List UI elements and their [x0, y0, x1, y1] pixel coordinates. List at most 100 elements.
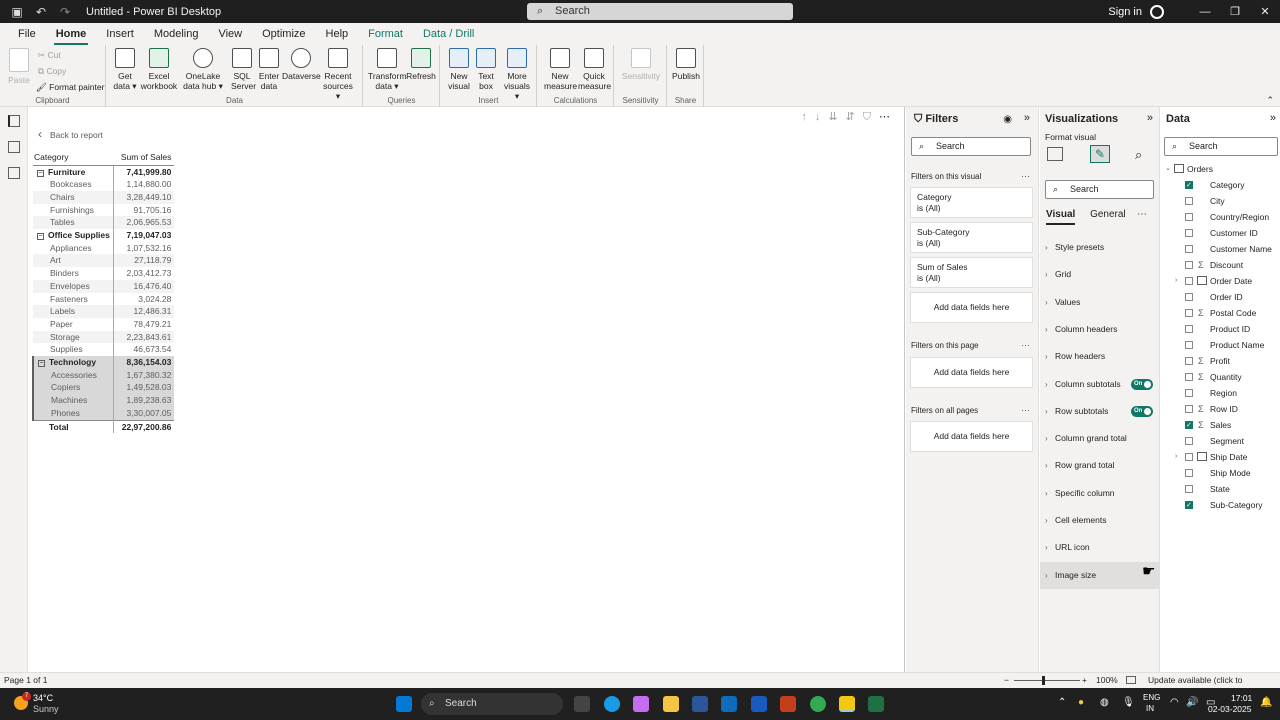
matrix-subcategory-row[interactable]: Bookcases 1,14,880.00: [33, 178, 175, 191]
chevron-right-icon[interactable]: ›: [1175, 273, 1177, 289]
collapse-data-icon[interactable]: »: [1270, 112, 1276, 124]
tab-help[interactable]: Help: [316, 23, 359, 45]
field-checkbox[interactable]: [1185, 469, 1193, 477]
field-customer-id[interactable]: Customer ID: [1161, 225, 1280, 241]
field-sub-category[interactable]: Sub-Category: [1161, 497, 1280, 514]
zoom-slider[interactable]: [1014, 680, 1080, 681]
excel-workbook-button[interactable]: Excel workbook: [140, 48, 178, 91]
expand-level-icon[interactable]: ⇵: [846, 111, 863, 123]
sql-server-button[interactable]: SQL Server: [231, 48, 256, 91]
new-measure-button[interactable]: New measure: [544, 48, 577, 91]
matrix-visual[interactable]: Category Sum of Sales − Furniture 7,41,999…: [31, 149, 175, 434]
matrix-category-row[interactable]: − Office Supplies 7,19,047.03: [33, 229, 175, 242]
field-city[interactable]: City: [1161, 193, 1280, 209]
field-quantity[interactable]: Σ Quantity: [1161, 369, 1280, 385]
tab-visual[interactable]: Visual: [1046, 209, 1076, 225]
clock-time[interactable]: 17:01: [1231, 693, 1252, 703]
field-product-name[interactable]: Product Name: [1161, 337, 1280, 353]
field-checkbox[interactable]: [1185, 389, 1193, 397]
field-checkbox[interactable]: [1185, 373, 1193, 381]
enter-data-button[interactable]: Enter data: [257, 48, 281, 91]
avatar-icon[interactable]: [1150, 4, 1164, 19]
wifi-icon[interactable]: ◠: [1170, 697, 1179, 708]
filters-search-input[interactable]: ⌕ Search: [911, 137, 1031, 156]
matrix-subcategory-row[interactable]: Machines 1,89,238.63: [31, 394, 175, 407]
tab-general[interactable]: General: [1090, 209, 1126, 220]
field-discount[interactable]: Σ Discount: [1161, 257, 1280, 273]
recent-sources-button[interactable]: Recent sources ▾: [320, 48, 356, 101]
file-explorer-icon[interactable]: [663, 696, 679, 712]
format-card-url-icon[interactable]: › URL icon: [1040, 534, 1159, 561]
filter-card-sub-category[interactable]: Sub-Category is (All): [910, 222, 1033, 253]
chevron-down-icon[interactable]: ⌄: [1165, 161, 1171, 177]
field-checkbox[interactable]: [1185, 178, 1193, 194]
text-box-button[interactable]: Text box: [475, 48, 497, 91]
collapse-visualizations-icon[interactable]: »: [1147, 112, 1153, 124]
field-checkbox[interactable]: [1185, 325, 1193, 333]
sensitivity-button[interactable]: Sensitivity: [619, 48, 663, 81]
field-order-id[interactable]: Order ID: [1161, 289, 1280, 305]
language-indicator[interactable]: ENG: [1143, 693, 1160, 702]
analytics-icon[interactable]: ⌕: [1135, 147, 1142, 163]
format-card-column-headers[interactable]: › Column headers: [1040, 316, 1159, 343]
field-category[interactable]: Category: [1161, 177, 1280, 194]
zoom-in-icon[interactable]: +: [1082, 673, 1087, 688]
undo-icon[interactable]: ↶: [34, 5, 48, 19]
format-card-row-headers[interactable]: › Row headers: [1040, 343, 1159, 370]
more-visuals-button[interactable]: More visuals ▾: [501, 48, 533, 101]
tab-view[interactable]: View: [208, 23, 252, 45]
more-options-icon[interactable]: ⋯: [1137, 209, 1147, 220]
matrix-subcategory-row[interactable]: Labels 12,486.31: [33, 305, 175, 318]
column-header-category[interactable]: Category: [33, 149, 114, 166]
collapse-icon[interactable]: −: [37, 169, 44, 177]
copy-button[interactable]: ⧉ Copy: [38, 66, 66, 77]
table-view-icon[interactable]: [8, 141, 20, 153]
field-checkbox[interactable]: [1185, 453, 1193, 461]
field-checkbox[interactable]: [1185, 229, 1193, 237]
dataverse-button[interactable]: Dataverse: [282, 48, 321, 81]
report-view-icon[interactable]: [8, 115, 20, 127]
field-postal-code[interactable]: Σ Postal Code: [1161, 305, 1280, 321]
onelake-button[interactable]: OneLake data hub ▾: [177, 48, 229, 91]
format-card-grid[interactable]: › Grid: [1040, 261, 1159, 288]
zoom-level[interactable]: 100%: [1096, 673, 1118, 688]
drill-down-icon[interactable]: ↓: [815, 111, 829, 123]
filter-icon[interactable]: ⛉: [863, 111, 879, 123]
edge-icon[interactable]: [604, 696, 620, 712]
region-indicator[interactable]: IN: [1146, 704, 1154, 713]
more-options-icon[interactable]: ⋯: [879, 111, 898, 123]
field-product-id[interactable]: Product ID: [1161, 321, 1280, 337]
matrix-subcategory-row[interactable]: Tables 2,06,965.53: [33, 216, 175, 230]
format-card-row-grand-total[interactable]: › Row grand total: [1040, 452, 1159, 479]
format-card-row-subtotals[interactable]: › Row subtotals On: [1040, 398, 1159, 425]
field-segment[interactable]: Segment: [1161, 433, 1280, 449]
paste-button[interactable]: Paste: [6, 48, 32, 85]
matrix-subcategory-row[interactable]: Copiers 1,49,528.03: [31, 381, 175, 395]
network-tray-icon[interactable]: ◍: [1100, 697, 1109, 708]
powerpoint-icon[interactable]: [780, 696, 796, 712]
field-checkbox[interactable]: [1185, 277, 1193, 285]
add-visual-filter-drop[interactable]: Add data fields here: [910, 292, 1033, 323]
more-options-icon[interactable]: ⋯: [1021, 340, 1030, 351]
tray-app-icon[interactable]: ●: [1078, 697, 1084, 708]
format-card-specific-column[interactable]: › Specific column: [1040, 480, 1159, 507]
more-options-icon[interactable]: ⋯: [1021, 171, 1030, 182]
toggle-switch[interactable]: On: [1131, 405, 1153, 417]
matrix-subcategory-row[interactable]: Storage 2,23,843.61: [33, 330, 175, 344]
table-orders[interactable]: ⌄ Orders: [1161, 161, 1280, 177]
title-search-box[interactable]: ⌕ Search: [527, 3, 793, 20]
tab-insert[interactable]: Insert: [96, 23, 144, 45]
terminal-icon[interactable]: [868, 696, 884, 712]
chevron-up-icon[interactable]: ⌃: [1058, 697, 1066, 708]
copilot-icon[interactable]: [633, 696, 649, 712]
power-bi-icon[interactable]: [839, 696, 855, 712]
taskbar-search[interactable]: ⌕ Search: [421, 693, 563, 715]
report-canvas[interactable]: ↑↓⇊⇵⛉⋯ ‹ Back to report Category Sum of S…: [28, 107, 905, 672]
matrix-subcategory-row[interactable]: Supplies 46,673.54: [33, 343, 175, 357]
tab-modeling[interactable]: Modeling: [144, 23, 209, 45]
refresh-button[interactable]: Refresh: [406, 48, 436, 81]
tab-home[interactable]: Home: [46, 23, 97, 45]
matrix-subcategory-row[interactable]: Fasteners 3,024.28: [33, 292, 175, 306]
drill-up-icon[interactable]: ↑: [801, 111, 815, 123]
matrix-subcategory-row[interactable]: Paper 78,479.21: [33, 317, 175, 331]
